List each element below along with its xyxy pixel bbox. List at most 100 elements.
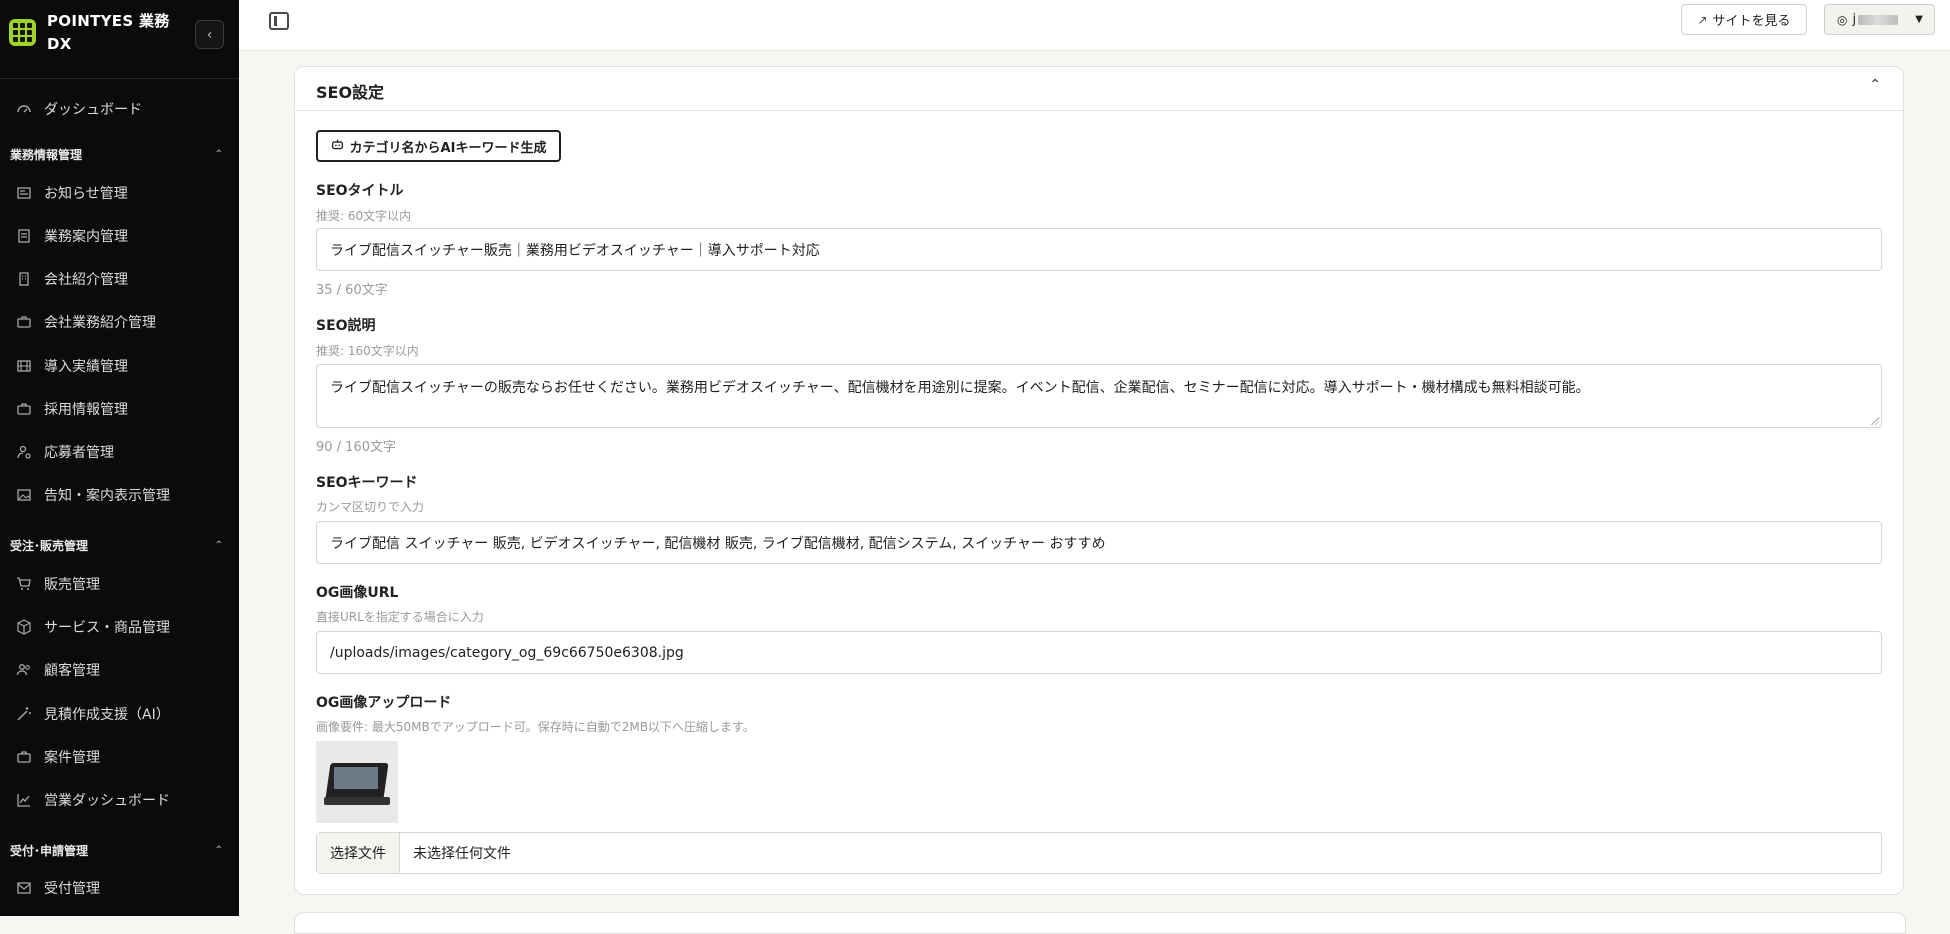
seo-keywords-hint: カンマ区切りで入力 (316, 500, 425, 514)
image-icon (16, 487, 32, 503)
og-image-url-hint: 直接URLを指定する場合に入力 (316, 610, 484, 624)
section-title: 受付･申請管理 (10, 843, 89, 858)
top-bar: ↗ サイトを見る ◎ j ▼ (239, 0, 1950, 51)
seo-settings-card: SEO設定 ⌃ (294, 66, 1904, 895)
sidebar-section-business-info[interactable]: 業務情報管理 ⌃ (10, 145, 223, 163)
sidebar-item-label: 会社業務紹介管理 (44, 315, 156, 331)
og-image-url-input[interactable]: /uploads/images/category_og_69c66750e630… (316, 631, 1882, 674)
chevron-up-icon: ⌃ (214, 844, 223, 856)
box-icon (16, 619, 32, 635)
sidebar-item-label: 導入実績管理 (44, 359, 128, 375)
panel-toggle-icon[interactable] (269, 12, 289, 30)
chevron-left-icon: ‹ (206, 26, 213, 43)
og-image-thumbnail (316, 741, 398, 823)
user-circle-icon: ◎ (1837, 12, 1848, 27)
chevron-up-icon[interactable]: ⌃ (1869, 77, 1881, 93)
brand-name: POINTYES 業務DX (47, 12, 170, 53)
next-card-edge (294, 912, 1906, 934)
seo-keywords-label: SEOキーワード (316, 475, 418, 491)
briefcase-icon (16, 401, 32, 417)
user-menu-button[interactable]: ◎ j ▼ (1824, 4, 1935, 35)
sidebar-item-notices[interactable]: 告知・案内表示管理 (16, 484, 170, 506)
section-title: 業務情報管理 (10, 147, 83, 162)
ai-keyword-generate-button[interactable]: カテゴリ名からAIキーワード生成 (316, 130, 561, 162)
sidebar-section-reception[interactable]: 受付･申請管理 ⌃ (10, 841, 223, 859)
briefcase-icon (16, 749, 32, 765)
resize-handle-icon[interactable] (1871, 417, 1879, 425)
sidebar-item-label: お知らせ管理 (44, 186, 128, 202)
seo-title-hint: 推奨: 60文字以内 (316, 209, 412, 223)
grid-logo-icon (9, 19, 36, 46)
user-settings-icon (16, 444, 32, 460)
seo-card-header[interactable]: SEO設定 ⌃ (295, 67, 1903, 111)
mail-icon (16, 880, 32, 896)
sidebar-section-sales[interactable]: 受注･販売管理 ⌃ (10, 536, 223, 554)
sidebar-item-label: 会社紹介管理 (44, 272, 128, 288)
seo-description-label: SEO説明 (316, 318, 376, 334)
sidebar-item-label: 受付管理 (44, 881, 100, 897)
sidebar-item-company[interactable]: 会社紹介管理 (16, 268, 128, 290)
sidebar-item-products[interactable]: サービス・商品管理 (16, 616, 170, 638)
newspaper-icon (16, 185, 32, 201)
seo-title-count: 35 / 60文字 (316, 283, 388, 298)
user-name: j (1852, 12, 1857, 27)
seo-description-value: ライブ配信スイッチャーの販売ならお任せください。業務用ビデオスイッチャー、配信機… (330, 380, 1590, 396)
seo-title-input[interactable]: ライブ配信スイッチャー販売｜業務用ビデオスイッチャー｜導入サポート対応 (316, 228, 1882, 271)
seo-keywords-input[interactable]: ライブ配信 スイッチャー 販売, ビデオスイッチャー, 配信機材 販売, ライブ… (316, 521, 1882, 564)
file-status: 未选择任何文件 (413, 846, 511, 862)
sidebar-item-business-guide[interactable]: 業務案内管理 (16, 225, 128, 247)
sidebar-item-label: 告知・案内表示管理 (44, 488, 170, 504)
sidebar-item-dashboard[interactable]: ダッシュボード (16, 98, 142, 120)
sidebar-item-label: 案件管理 (44, 750, 100, 766)
caret-down-icon: ▼ (1915, 14, 1923, 25)
choose-file-button[interactable]: 选择文件 (317, 833, 400, 873)
sidebar: POINTYES 業務DX ‹ ダッシュボード 業務情報管理 ⌃ お知らせ管理 … (0, 0, 239, 916)
sidebar-item-reception[interactable]: 受付管理 (16, 877, 100, 899)
sidebar-item-sales-dashboard[interactable]: 営業ダッシュボード (16, 789, 170, 811)
sidebar-item-label: 営業ダッシュボード (44, 793, 170, 809)
sidebar-item-label: 採用情報管理 (44, 402, 128, 418)
film-icon (16, 358, 32, 374)
sidebar-item-label: 応募者管理 (44, 445, 114, 461)
robot-icon (331, 138, 344, 154)
og-image-file-input[interactable]: 选择文件 未选择任何文件 (316, 832, 1882, 874)
cart-icon (16, 576, 32, 592)
sidebar-item-label: 顧客管理 (44, 663, 100, 679)
trend-chart-icon (16, 792, 32, 808)
external-link-icon: ↗ (1697, 12, 1708, 27)
sidebar-item-label: 見積作成支援（AI） (44, 707, 170, 723)
sidebar-item-label: ダッシュボード (44, 102, 142, 118)
sidebar-item-label: サービス・商品管理 (44, 620, 170, 636)
sidebar-item-applicants[interactable]: 応募者管理 (16, 441, 114, 463)
chevron-up-icon: ⌃ (214, 539, 223, 551)
sidebar-collapse-button[interactable]: ‹ (195, 20, 224, 49)
sidebar-item-label: 業務案内管理 (44, 229, 128, 245)
og-image-upload-label: OG画像アップロード (316, 695, 452, 711)
og-image-url-label: OG画像URL (316, 585, 399, 601)
sidebar-item-projects[interactable]: 案件管理 (16, 746, 100, 768)
sidebar-item-customers[interactable]: 顧客管理 (16, 659, 100, 681)
brand-header: POINTYES 業務DX ‹ (0, 0, 239, 79)
magic-wand-icon (16, 706, 32, 722)
briefcase-icon (16, 314, 32, 330)
sidebar-item-recruit[interactable]: 採用情報管理 (16, 398, 128, 420)
seo-description-textarea[interactable]: ライブ配信スイッチャーの販売ならお任せください。業務用ビデオスイッチャー、配信機… (316, 364, 1882, 428)
gauge-icon (16, 101, 32, 117)
ai-button-label: カテゴリ名からAIキーワード生成 (349, 140, 547, 156)
og-image-upload-hint: 画像要件: 最大50MBでアップロード可。保存時に自動で2MB以下へ圧縮します。 (316, 720, 755, 734)
seo-description-hint: 推奨: 160文字以内 (316, 344, 419, 358)
section-title: 受注･販売管理 (10, 538, 89, 553)
sidebar-item-sales[interactable]: 販売管理 (16, 573, 100, 595)
sidebar-item-company-business[interactable]: 会社業務紹介管理 (16, 311, 156, 333)
seo-description-count: 90 / 160文字 (316, 440, 396, 455)
building-icon (16, 271, 32, 287)
view-site-button[interactable]: ↗ サイトを見る (1681, 4, 1807, 35)
card-title: SEO設定 (316, 83, 385, 102)
view-site-label: サイトを見る (1712, 14, 1791, 29)
document-icon (16, 228, 32, 244)
sidebar-item-label: 販売管理 (44, 577, 100, 593)
sidebar-item-case-studies[interactable]: 導入実績管理 (16, 355, 128, 377)
users-icon (16, 662, 32, 678)
sidebar-item-ai-estimate[interactable]: 見積作成支援（AI） (16, 703, 170, 725)
sidebar-item-news[interactable]: お知らせ管理 (16, 182, 128, 204)
